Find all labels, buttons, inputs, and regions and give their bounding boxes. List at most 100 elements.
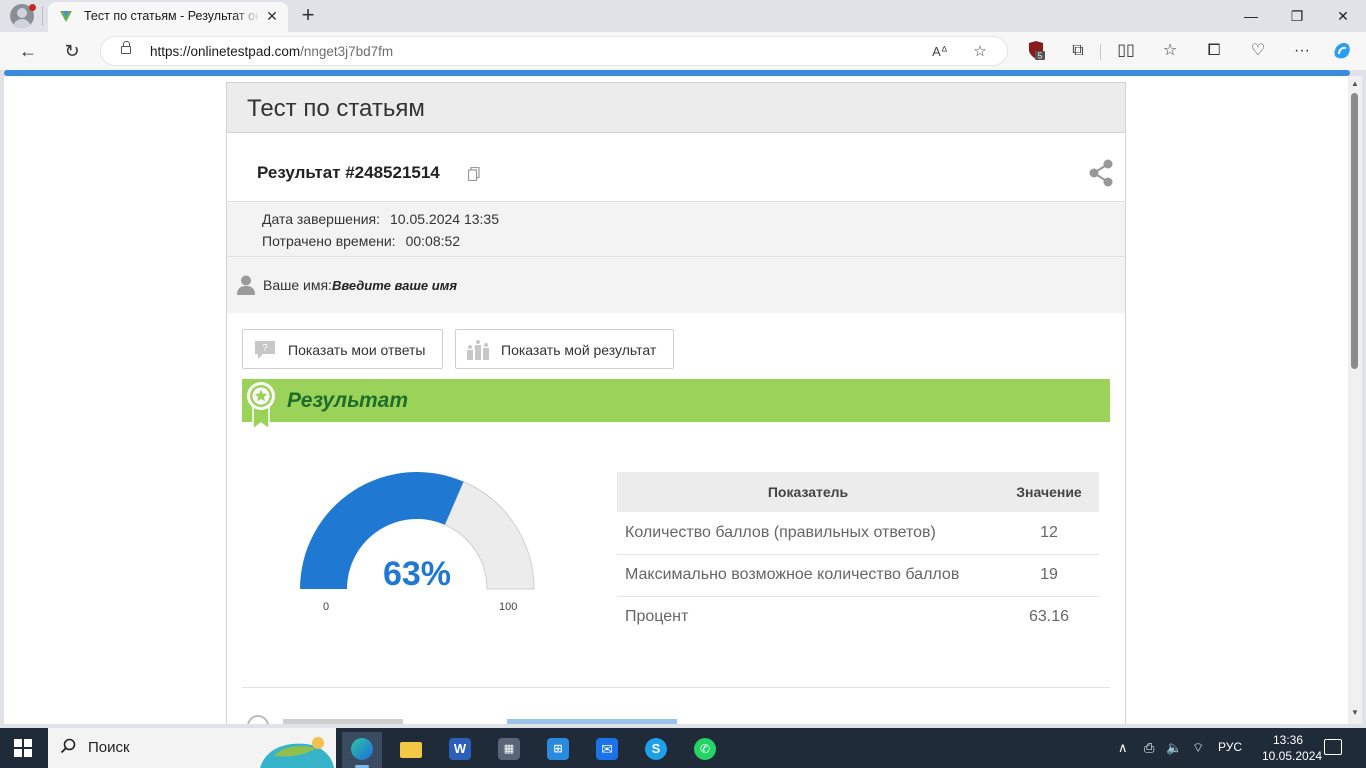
page-scrollbar[interactable]: ▲ ▼ <box>1348 76 1362 724</box>
close-window-button[interactable]: ✕ <box>1320 0 1366 32</box>
clock-time: 13:36 <box>1272 733 1304 747</box>
more-menu-icon[interactable]: ··· <box>1288 38 1316 64</box>
taskbar-clock[interactable]: 13:36 10.05.2024 <box>1262 732 1323 764</box>
network-icon[interactable]: ⌔ <box>1192 740 1204 756</box>
taskbar-search-box[interactable]: Поиск <box>48 728 336 768</box>
tab-close-icon[interactable]: ✕ <box>264 8 280 24</box>
gauge-percent-label: 63% <box>382 555 452 593</box>
split-screen-icon[interactable]: ▯▯ <box>1112 38 1140 64</box>
favorites-icon[interactable]: ☆ <box>1156 38 1184 64</box>
browser-essentials-icon[interactable]: ♡ <box>1244 38 1272 64</box>
row-value: 63.16 <box>1028 608 1070 626</box>
minimize-button[interactable]: — <box>1228 0 1274 32</box>
next-section-text <box>283 719 403 724</box>
read-aloud-icon[interactable]: Aᐞ <box>929 41 951 63</box>
new-tab-button[interactable]: + <box>296 4 320 28</box>
lock-icon[interactable] <box>121 41 131 54</box>
result-heading: Результат <box>287 389 409 412</box>
address-bar[interactable]: https://onlinetestpad.com/nnget3j7bd7fm … <box>100 36 1008 66</box>
windows-taskbar: Поиск W ▦ ⊞ ✉ S ✆ ∧ ⎙ 🔈 ⌔ РУС 13:36 10.0… <box>0 728 1366 768</box>
taskbar-skype[interactable]: S <box>636 732 676 768</box>
taskbar-calculator[interactable]: ▦ <box>489 732 529 768</box>
taskbar-store[interactable]: ⊞ <box>538 732 578 768</box>
taskbar-edge[interactable] <box>342 732 382 768</box>
stats-header-row: Показатель Значение <box>617 472 1099 512</box>
row-value: 12 <box>999 512 1099 555</box>
whatsapp-icon: ✆ <box>694 738 716 760</box>
edge-icon <box>351 738 373 760</box>
taskbar-word[interactable]: W <box>440 732 480 768</box>
result-card: Тест по статьям Результат #248521514 Дат… <box>226 82 1126 724</box>
navigation-bar: ← ↻ https://onlinetestpad.com/nnget3j7bd… <box>0 32 1366 70</box>
tray-overflow-icon[interactable]: ∧ <box>1118 740 1128 756</box>
podium-people-icon <box>467 340 489 360</box>
row-value: 19 <box>999 554 1099 597</box>
share-icon[interactable] <box>1089 159 1113 187</box>
reload-icon[interactable]: ↻ <box>58 38 86 64</box>
volume-icon[interactable]: 🔈 <box>1166 740 1182 756</box>
tab-title: Тест по статьям - Результат онлайн <box>84 9 260 23</box>
taskbar-mail[interactable]: ✉ <box>587 732 627 768</box>
extensions-puzzle-icon[interactable]: ⧉ <box>1064 38 1092 64</box>
show-result-button[interactable]: Показать мой результат <box>455 329 674 369</box>
search-icon <box>60 738 76 754</box>
windows-start-icon[interactable] <box>14 739 32 757</box>
clock-date: 10.05.2024 <box>1262 749 1323 763</box>
scroll-down-icon[interactable]: ▼ <box>1350 708 1360 718</box>
copilot-icon[interactable] <box>1328 38 1356 64</box>
active-tab[interactable]: Тест по статьям - Результат онлайн ✕ <box>48 2 288 32</box>
page-viewport: Тест по статьям Результат #248521514 Дат… <box>4 76 1348 724</box>
result-heading-bar: Результат <box>242 379 1110 429</box>
profile-notification-dot <box>29 4 36 11</box>
table-row: Максимально возможное количество баллов … <box>617 554 1099 597</box>
word-icon: W <box>449 738 471 760</box>
tray-device-icon[interactable]: ⎙ <box>1144 740 1154 756</box>
toolbar-divider <box>1100 44 1101 60</box>
favorite-star-icon[interactable]: ☆ <box>969 41 991 63</box>
search-placeholder: Поиск <box>88 739 130 756</box>
stats-table: Показатель Значение Количество баллов (п… <box>617 472 1099 638</box>
table-row: Количество баллов (правильных ответов) 1… <box>617 512 1099 555</box>
time-spent: Потрачено времени: 00:08:52 <box>262 233 461 249</box>
column-header-value: Значение <box>999 472 1099 512</box>
row-label: Максимально возможное количество баллов <box>617 554 999 597</box>
notifications-icon[interactable] <box>1324 739 1342 755</box>
result-id: Результат #248521514 <box>257 163 440 182</box>
name-row: Ваше имя:Введите ваше имя <box>227 257 1125 313</box>
row-label: Количество баллов (правильных ответов) <box>617 512 999 555</box>
collections-icon[interactable]: ⧠ <box>1200 38 1228 64</box>
show-answers-button[interactable]: ? Показать мои ответы <box>242 329 443 369</box>
user-icon <box>237 275 255 295</box>
language-indicator[interactable]: РУС <box>1218 740 1242 754</box>
skype-icon: S <box>645 738 667 760</box>
url-text[interactable]: https://onlinetestpad.com/nnget3j7bd7fm <box>150 44 393 59</box>
scroll-thumb[interactable] <box>1351 93 1358 369</box>
section-divider <box>242 687 1110 688</box>
gauge-max-label: 100 <box>499 601 518 613</box>
name-field[interactable]: Ваше имя:Введите ваше имя <box>263 277 457 293</box>
taskbar-whatsapp[interactable]: ✆ <box>685 732 725 768</box>
taskbar-file-explorer[interactable] <box>391 732 431 768</box>
mail-icon: ✉ <box>596 738 618 760</box>
row-label: Процент <box>625 608 689 626</box>
card-header: Тест по статьям <box>227 83 1125 133</box>
page-title: Тест по статьям <box>247 95 425 122</box>
question-bubble-icon: ? <box>255 341 275 359</box>
store-icon: ⊞ <box>547 738 569 760</box>
table-row: Процент 63.16 <box>617 596 1099 638</box>
copy-icon[interactable] <box>468 167 480 181</box>
search-highlight-image <box>260 737 334 768</box>
back-arrow-icon[interactable]: ← <box>14 38 42 64</box>
next-section-link[interactable] <box>507 719 677 724</box>
score-gauge: 63% 0 100 <box>287 469 547 619</box>
scroll-up-icon[interactable]: ▲ <box>1350 79 1360 89</box>
gauge-min-label: 0 <box>323 601 330 613</box>
restore-button[interactable]: ❐ <box>1274 0 1320 32</box>
shield-extension-icon[interactable]: 5 <box>1022 38 1050 64</box>
tab-separator <box>42 6 43 26</box>
completion-date: Дата завершения: 10.05.2024 13:35 <box>262 211 499 227</box>
site-favicon-icon <box>60 11 72 22</box>
award-badge-icon <box>247 382 275 429</box>
calculator-icon: ▦ <box>498 738 520 760</box>
result-info: Дата завершения: 10.05.2024 13:35 Потраче… <box>227 201 1125 257</box>
